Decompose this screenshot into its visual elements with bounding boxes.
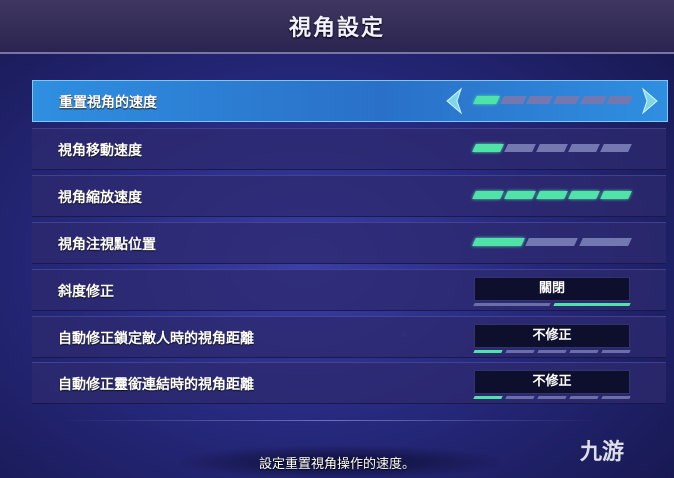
setting-row-lockon-distance[interactable]: 自動修正鎖定敵人時的視角距離 不修正 [32, 316, 666, 358]
setting-label: 視角縮放速度 [58, 190, 142, 206]
option-segment [473, 396, 503, 399]
slider-segment [568, 191, 600, 199]
setting-label: 自動修正鎖定敵人時的視角距離 [58, 331, 254, 347]
option-segment [569, 396, 599, 399]
slider-segment [499, 96, 527, 104]
slider-segment [472, 144, 504, 152]
setting-row-link-distance[interactable]: 自動修正靈銜連結時的視角距離 不修正 [32, 362, 666, 404]
slider-segment [504, 144, 536, 152]
setting-row-focus-point-position[interactable]: 視角注視點位置 [32, 222, 666, 264]
page-title: 視角設定 [288, 16, 385, 41]
setting-label: 重置視角的速度 [59, 95, 157, 111]
setting-label: 斜度修正 [58, 284, 114, 300]
slider-bar[interactable] [472, 144, 634, 154]
setting-label: 自動修正靈銜連結時的視角距離 [58, 377, 254, 393]
option-value[interactable]: 不修正 [474, 324, 630, 348]
setting-row-reset-camera-speed[interactable]: 重置視角的速度 [32, 80, 668, 122]
setting-row-camera-zoom-speed[interactable]: 視角縮放速度 [32, 175, 666, 217]
setting-label: 視角移動速度 [58, 143, 142, 159]
slider-segment [536, 144, 568, 152]
option-segment [601, 350, 631, 353]
setting-row-camera-move-speed[interactable]: 視角移動速度 [32, 128, 666, 170]
header-bar: 視角設定 [0, 0, 674, 54]
option-value[interactable]: 關閉 [474, 277, 630, 301]
slider-segment [606, 96, 633, 104]
slider-segment [526, 96, 553, 104]
slider-segment [472, 238, 526, 246]
slider-bar[interactable] [472, 191, 634, 201]
divider [60, 420, 600, 421]
chevron-right-icon[interactable] [637, 87, 661, 115]
option-segment [505, 396, 535, 399]
slider-segment [473, 96, 500, 104]
slider-segment [600, 144, 632, 152]
option-segment [473, 303, 551, 306]
watermark-text: 九游 [580, 440, 625, 465]
option-indicator [473, 350, 631, 355]
watermark-logo: 九游 [580, 434, 670, 474]
option-segment [537, 350, 567, 353]
slider-segment [553, 96, 580, 104]
slider-segment [578, 238, 632, 246]
option-indicator [473, 303, 631, 308]
slider-segment [579, 96, 607, 104]
slider-segment [600, 191, 632, 199]
option-segment [553, 303, 631, 306]
chevron-left-icon[interactable] [443, 87, 467, 115]
option-segment [473, 350, 503, 353]
setting-label: 視角注視點位置 [58, 237, 156, 253]
setting-row-slope-correction[interactable]: 斜度修正 關閉 [32, 269, 666, 311]
help-text: 設定重置視角操作的速度。 [258, 457, 415, 472]
slider-segment [525, 238, 579, 246]
option-value[interactable]: 不修正 [474, 370, 630, 394]
slider-bar[interactable] [472, 238, 634, 248]
option-segment [569, 350, 599, 353]
slider-segment [536, 191, 568, 199]
slider-segment [472, 191, 504, 199]
slider-segment [504, 191, 536, 199]
option-indicator [473, 396, 631, 401]
option-segment [505, 350, 535, 353]
option-segment [537, 396, 567, 399]
slider-segment [568, 144, 600, 152]
option-segment [601, 396, 631, 399]
slider-bar[interactable] [473, 96, 635, 106]
